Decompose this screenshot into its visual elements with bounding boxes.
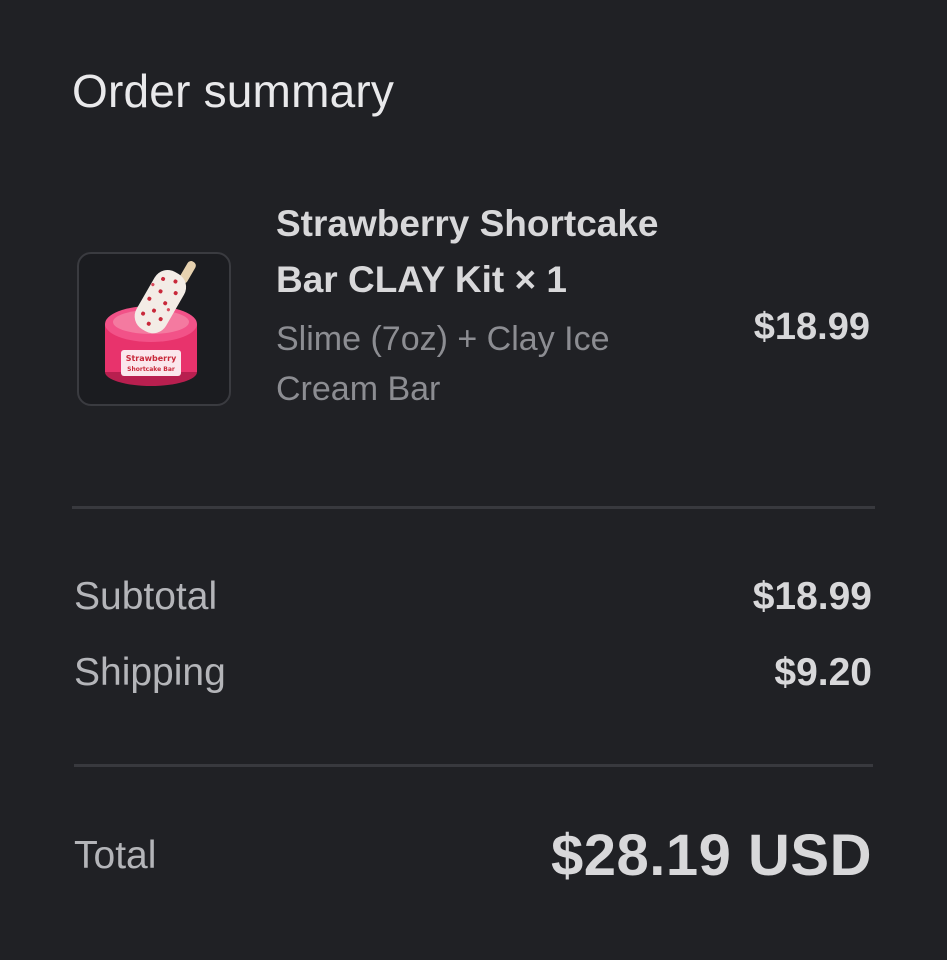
shipping-label: Shipping [74, 651, 226, 694]
item-name: Strawberry Shortcake Bar CLAY Kit × 1 [276, 203, 659, 300]
subtotal-row: Subtotal $18.99 [74, 575, 872, 619]
subtotal-label: Subtotal [74, 575, 218, 618]
total-value: $28.19 USD [551, 823, 872, 888]
label-text-2: Shortcake Bar [127, 366, 175, 373]
divider [74, 764, 873, 767]
line-item: Strawberry Shortcake Bar Strawberry Shor… [77, 196, 875, 476]
product-image: Strawberry Shortcake Bar [105, 261, 197, 386]
total-label: Total [74, 833, 157, 877]
shipping-row: Shipping $9.20 [74, 651, 872, 695]
item-variant: Slime (7oz) + Clay Ice Cream Bar [276, 320, 610, 408]
subtotal-value: $18.99 [752, 575, 872, 618]
divider [72, 506, 875, 509]
label-text-1: Strawberry [126, 354, 177, 363]
product-thumbnail[interactable]: Strawberry Shortcake Bar [77, 252, 231, 406]
total-row: Total $28.19 USD [74, 822, 872, 889]
shipping-value: $9.20 [774, 651, 872, 694]
page-title: Order summary [72, 65, 395, 117]
item-price: $18.99 [753, 306, 870, 348]
